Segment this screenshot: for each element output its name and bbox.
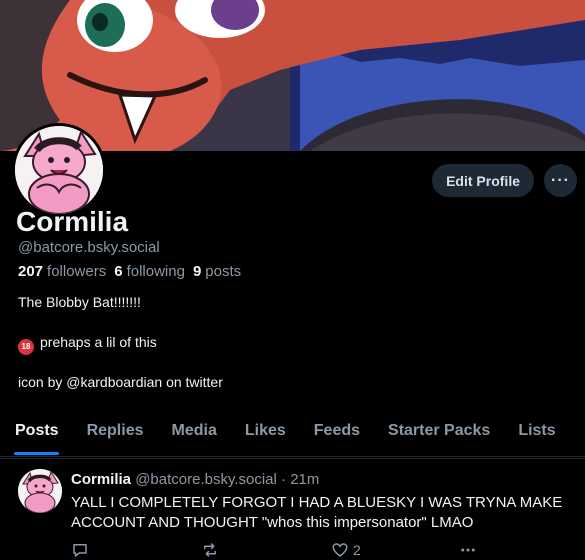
repost-button[interactable] bbox=[201, 541, 219, 559]
edit-profile-button[interactable]: Edit Profile bbox=[432, 164, 534, 197]
bio-line-text: prehaps a lil of this bbox=[40, 334, 157, 350]
following-count: 6 bbox=[114, 263, 123, 280]
post-separator: · bbox=[281, 471, 287, 488]
profile-display-name: Cormilia bbox=[16, 206, 129, 237]
tab-lists[interactable]: Lists bbox=[504, 412, 569, 450]
like-count: 2 bbox=[353, 542, 361, 558]
posts-stat: 9 posts bbox=[193, 263, 241, 280]
tab-posts[interactable]: Posts bbox=[0, 412, 73, 455]
profile-actions: Edit Profile ··· bbox=[432, 164, 577, 197]
bio-line: icon by @kardboardian on twitter bbox=[18, 374, 223, 390]
reply-button[interactable] bbox=[71, 541, 89, 559]
tab-likes[interactable]: Likes bbox=[231, 412, 300, 450]
repost-icon bbox=[204, 543, 216, 557]
post-author-avatar[interactable] bbox=[18, 469, 62, 513]
following-link[interactable]: 6 following bbox=[114, 263, 185, 280]
like-icon bbox=[332, 543, 348, 557]
like-button[interactable]: 2 bbox=[331, 541, 361, 559]
bat-avatar-image bbox=[18, 469, 62, 513]
followers-label: followers bbox=[47, 263, 107, 280]
post-header: Cormilia @batcore.bsky.social · 21m bbox=[71, 471, 319, 488]
tab-media[interactable]: Media bbox=[158, 412, 231, 450]
tab-feeds[interactable]: Feeds bbox=[300, 412, 374, 450]
reply-icon bbox=[73, 544, 87, 557]
post-item[interactable]: Cormilia @batcore.bsky.social · 21m YALL… bbox=[0, 458, 585, 560]
profile-tabs: Posts Replies Media Likes Feeds Starter … bbox=[0, 412, 585, 457]
followers-count: 207 bbox=[18, 263, 44, 280]
post-author-name[interactable]: Cormilia bbox=[71, 471, 131, 488]
tab-starter-packs[interactable]: Starter Packs bbox=[374, 412, 504, 450]
more-options-button[interactable]: ··· bbox=[544, 164, 577, 197]
bio-line: The Blobby Bat!!!!!!! bbox=[18, 294, 141, 310]
profile-stats: 207 followers 6 following 9 posts bbox=[18, 263, 241, 280]
profile-avatar[interactable]: ♥ bbox=[12, 123, 106, 217]
post-more-button[interactable] bbox=[459, 541, 477, 559]
banner-image bbox=[0, 0, 585, 151]
followers-link[interactable]: 207 followers bbox=[18, 263, 106, 280]
adult-18-icon: 18 bbox=[18, 339, 34, 355]
following-label: following bbox=[126, 263, 185, 280]
posts-label: posts bbox=[205, 263, 242, 280]
more-icon: ··· bbox=[551, 171, 570, 189]
more-icon bbox=[461, 548, 475, 552]
post-timestamp[interactable]: 21m bbox=[290, 471, 319, 488]
bio-line: 18 prehaps a lil of this bbox=[18, 332, 223, 355]
profile-bio: The Blobby Bat!!!!!!! 18 prehaps a lil of… bbox=[18, 292, 223, 392]
profile-handle: @batcore.bsky.social bbox=[18, 239, 160, 256]
tab-replies[interactable]: Replies bbox=[73, 412, 158, 450]
post-author-handle[interactable]: @batcore.bsky.social bbox=[135, 471, 277, 488]
post-text: YALL I COMPLETELY FORGOT I HAD A BLUESKY… bbox=[71, 494, 563, 531]
posts-count: 9 bbox=[192, 263, 202, 280]
bat-avatar-image: ♥ bbox=[15, 126, 103, 214]
post-actions: 2 bbox=[71, 541, 476, 560]
profile-banner[interactable] bbox=[0, 0, 585, 151]
